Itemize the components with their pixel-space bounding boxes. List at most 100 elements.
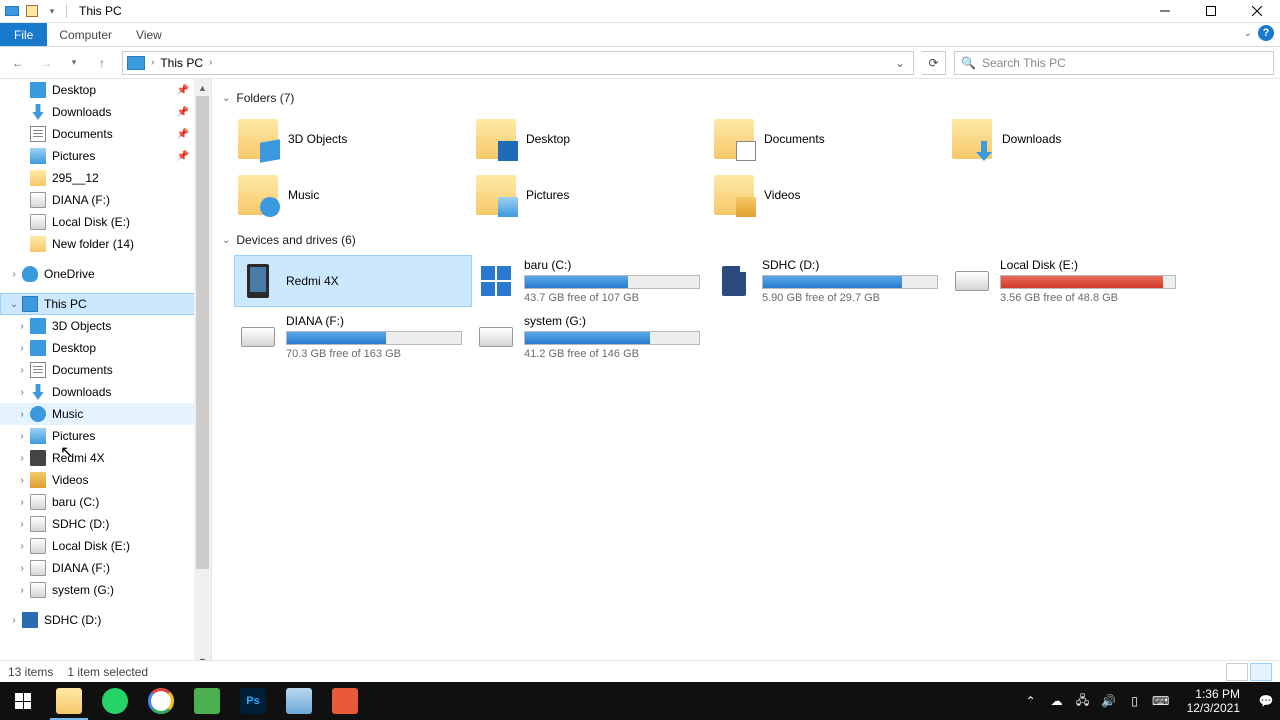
- expand-icon[interactable]: ›: [16, 519, 28, 530]
- sidebar-item[interactable]: ›Music: [0, 403, 211, 425]
- sidebar-item[interactable]: New folder (14): [0, 233, 211, 255]
- sidebar-item[interactable]: ›3D Objects: [0, 315, 211, 337]
- drive-tile[interactable]: DIANA (F:)70.3 GB free of 163 GB: [234, 311, 472, 363]
- recent-dropdown[interactable]: ▾: [62, 51, 86, 75]
- folder-tile[interactable]: Pictures: [472, 169, 710, 221]
- taskbar-app-green[interactable]: [184, 682, 230, 720]
- sidebar-item[interactable]: ›Videos: [0, 469, 211, 491]
- taskbar-whatsapp[interactable]: [92, 682, 138, 720]
- expand-icon[interactable]: ›: [16, 321, 28, 332]
- expand-icon[interactable]: ›: [16, 365, 28, 376]
- expand-icon[interactable]: ›: [16, 431, 28, 442]
- tray-network-icon[interactable]: 🖧: [1075, 693, 1091, 709]
- folder-tile[interactable]: Documents: [710, 113, 948, 165]
- refresh-button[interactable]: ⟳: [922, 51, 946, 75]
- expand-icon[interactable]: ›: [16, 387, 28, 398]
- expand-icon[interactable]: ›: [16, 563, 28, 574]
- sidebar-item[interactable]: ›Redmi 4X: [0, 447, 211, 469]
- taskbar-clock[interactable]: 1:36 PM 12/3/2021: [1179, 687, 1248, 716]
- ribbon-expand-icon[interactable]: ⌄: [1244, 28, 1252, 39]
- expand-icon[interactable]: ›: [16, 409, 28, 420]
- address-bar[interactable]: › This PC › ⌄: [122, 51, 914, 75]
- help-icon[interactable]: ?: [1258, 25, 1274, 41]
- expand-icon[interactable]: ›: [16, 497, 28, 508]
- pc-icon[interactable]: [4, 3, 20, 19]
- expand-icon[interactable]: ›: [8, 615, 20, 626]
- sidebar-item[interactable]: ›system (G:): [0, 579, 211, 601]
- tray-overflow-icon[interactable]: ⌃: [1023, 693, 1039, 709]
- folder-tile[interactable]: Music: [234, 169, 472, 221]
- sidebar-item[interactable]: ⌄This PC: [0, 293, 211, 315]
- sidebar-item[interactable]: 295__12: [0, 167, 211, 189]
- forward-button[interactable]: →: [34, 51, 58, 75]
- expand-icon[interactable]: ›: [16, 585, 28, 596]
- drive-tile[interactable]: Redmi 4X: [234, 255, 472, 307]
- taskbar-explorer[interactable]: [46, 682, 92, 720]
- sidebar-item[interactable]: ›DIANA (F:): [0, 557, 211, 579]
- sidebar-item[interactable]: Desktop📌: [0, 79, 211, 101]
- qat-dropdown-icon[interactable]: ▾: [44, 3, 60, 19]
- chevron-right-icon[interactable]: ›: [151, 57, 154, 68]
- minimize-button[interactable]: [1142, 0, 1188, 23]
- search-input[interactable]: 🔍 Search This PC: [954, 51, 1274, 75]
- tiles-view-button[interactable]: [1250, 663, 1272, 681]
- tab-computer[interactable]: Computer: [47, 23, 124, 46]
- folder-tile[interactable]: Videos: [710, 169, 948, 221]
- sidebar-item[interactable]: ›baru (C:): [0, 491, 211, 513]
- sidebar-item-label: SDHC (D:): [52, 517, 109, 531]
- sidebar-item[interactable]: Downloads📌: [0, 101, 211, 123]
- sidebar-item[interactable]: Documents📌: [0, 123, 211, 145]
- content-pane[interactable]: ⌄ Folders (7) 3D ObjectsDesktopDocuments…: [212, 79, 1280, 669]
- tab-view[interactable]: View: [124, 23, 174, 46]
- drive-tile[interactable]: Local Disk (E:)3.56 GB free of 48.8 GB: [948, 255, 1186, 307]
- taskbar-chrome[interactable]: [138, 682, 184, 720]
- sidebar-item[interactable]: ›Local Disk (E:): [0, 535, 211, 557]
- folder-tile[interactable]: Downloads: [948, 113, 1186, 165]
- tray-onedrive-icon[interactable]: ☁: [1049, 693, 1065, 709]
- taskbar-notepad[interactable]: [276, 682, 322, 720]
- sidebar-item[interactable]: Local Disk (E:): [0, 211, 211, 233]
- expand-icon[interactable]: ›: [16, 541, 28, 552]
- start-button[interactable]: [0, 682, 46, 720]
- folder-tile[interactable]: Desktop: [472, 113, 710, 165]
- sidebar-item[interactable]: ›Downloads: [0, 381, 211, 403]
- group-folders-header[interactable]: ⌄ Folders (7): [222, 91, 1270, 105]
- tray-battery-icon[interactable]: ▯: [1127, 693, 1143, 709]
- expand-icon[interactable]: ›: [16, 343, 28, 354]
- sidebar-item[interactable]: DIANA (F:): [0, 189, 211, 211]
- chevron-right-icon[interactable]: ›: [209, 57, 212, 68]
- maximize-button[interactable]: [1188, 0, 1234, 23]
- breadcrumb[interactable]: This PC: [160, 56, 203, 70]
- expand-icon[interactable]: ›: [16, 453, 28, 464]
- sidebar-item[interactable]: › SDHC (D:): [0, 513, 211, 535]
- sidebar-item[interactable]: ›Documents: [0, 359, 211, 381]
- up-button[interactable]: ↑: [90, 51, 114, 75]
- address-dropdown-icon[interactable]: ⌄: [891, 56, 909, 70]
- scrollbar-thumb[interactable]: [196, 96, 209, 569]
- sidebar-item[interactable]: ›SDHC (D:): [0, 609, 211, 631]
- drive-tile[interactable]: SDHC (D:)5.90 GB free of 29.7 GB: [710, 255, 948, 307]
- tray-volume-icon[interactable]: 🔊: [1101, 693, 1117, 709]
- notifications-icon[interactable]: 💬: [1258, 693, 1274, 709]
- taskbar-photoshop[interactable]: Ps: [230, 682, 276, 720]
- sidebar-item[interactable]: Pictures📌: [0, 145, 211, 167]
- sidebar-item[interactable]: ›Desktop: [0, 337, 211, 359]
- back-button[interactable]: ←: [6, 51, 30, 75]
- sidebar-item[interactable]: ›OneDrive: [0, 263, 211, 285]
- drive-tile[interactable]: baru (C:)43.7 GB free of 107 GB: [472, 255, 710, 307]
- file-tab[interactable]: File: [0, 23, 47, 46]
- close-button[interactable]: [1234, 0, 1280, 23]
- expand-icon[interactable]: ›: [8, 269, 20, 280]
- group-drives-header[interactable]: ⌄ Devices and drives (6): [222, 233, 1270, 247]
- tray-language-icon[interactable]: ⌨: [1153, 693, 1169, 709]
- drive-tile[interactable]: system (G:)41.2 GB free of 146 GB: [472, 311, 710, 363]
- sidebar-scrollbar[interactable]: ▲ ▼: [194, 79, 211, 669]
- expand-icon[interactable]: ⌄: [8, 299, 20, 310]
- taskbar-app-red[interactable]: [322, 682, 368, 720]
- expand-icon[interactable]: ›: [16, 475, 28, 486]
- folder-tile[interactable]: 3D Objects: [234, 113, 472, 165]
- details-view-button[interactable]: [1226, 663, 1248, 681]
- sidebar-item[interactable]: ›Pictures: [0, 425, 211, 447]
- scroll-up-icon[interactable]: ▲: [194, 79, 211, 96]
- properties-icon[interactable]: [24, 3, 40, 19]
